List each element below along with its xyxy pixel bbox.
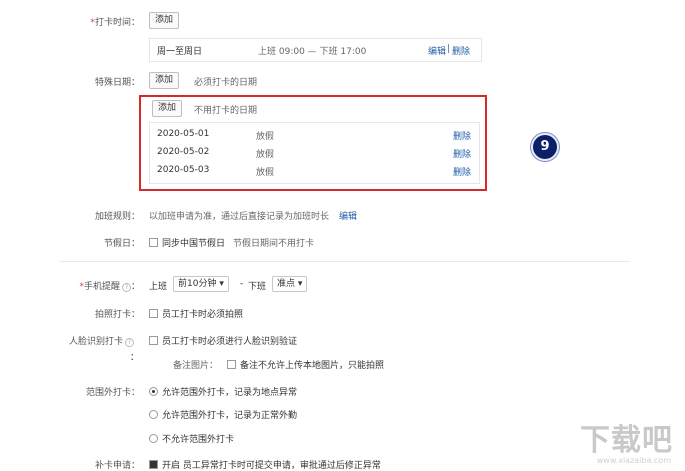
reminder-start-label: 上班 <box>149 282 168 292</box>
radio-icon <box>149 410 158 419</box>
required-dates-add-button[interactable]: 添加 <box>149 72 180 89</box>
checkbox-icon <box>227 360 236 369</box>
face-required-checkbox[interactable]: 员工打卡时必须进行人脸识别验证 <box>149 334 297 347</box>
checkin-delete-link[interactable]: 删除 <box>452 44 470 57</box>
out-of-range-option-disallow[interactable]: 不允许范围外打卡 <box>149 432 234 445</box>
checkbox-icon <box>149 309 158 318</box>
help-icon[interactable]: ? <box>125 338 134 347</box>
out-of-range-option-abnormal[interactable]: 允许范围外打卡，记录为地点异常 <box>149 385 297 398</box>
photo-checkin-label: 拍照打卡： <box>94 310 140 320</box>
photo-required-checkbox[interactable]: 员工打卡时必须拍照 <box>149 307 243 320</box>
checkin-hours: 上班 09:00 — 下班 17:00 <box>258 47 367 57</box>
radio-selected-icon <box>149 387 158 396</box>
makeup-enable-checkbox[interactable]: 开启 员工异常打卡时可提交申请，审批通过后修正异常 <box>149 458 381 471</box>
radio-icon <box>149 434 158 443</box>
out-of-range-label: 范围外打卡： <box>85 388 140 398</box>
special-dates-label: 特殊日期： <box>94 78 140 88</box>
checkin-days: 周一至周日 <box>157 47 203 57</box>
checkin-link-separator: | <box>447 44 451 54</box>
step-number-badge: 9 <box>531 133 559 161</box>
reminder-end-select[interactable]: 准点 ▾ <box>272 276 308 292</box>
makeup-label: 补卡申请： <box>94 461 140 471</box>
dropdown-arrow-icon: ▾ <box>297 279 303 289</box>
overtime-text: 以加班申请为准，通过后直接记录为加班时长 <box>149 212 330 222</box>
help-icon[interactable]: ? <box>121 283 131 292</box>
reminder-start-select[interactable]: 前10分钟 ▾ <box>173 276 229 292</box>
reminder-dash: - <box>240 279 244 289</box>
section-divider <box>60 261 630 262</box>
highlight-frame <box>139 95 487 191</box>
out-of-range-option-field[interactable]: 允许范围外打卡，记录为正常外勤 <box>149 408 297 421</box>
note-camera-only-checkbox[interactable]: 备注不允许上传本地图片，只能拍照 <box>227 358 384 371</box>
watermark-url: www.xiazaiba.com <box>596 456 671 465</box>
face-checkin-label-colon: ： <box>130 353 140 363</box>
reminder-end-label: 下班 <box>248 282 267 292</box>
holiday-sync-checkbox[interactable]: 同步中国节假日 <box>149 236 225 249</box>
required-dates-hint: 必须打卡的日期 <box>194 78 258 88</box>
overtime-edit-link[interactable]: 编辑 <box>339 209 357 222</box>
note-image-label: 备注图片： <box>173 361 219 371</box>
checkin-time-add-button[interactable]: 添加 <box>149 12 180 29</box>
holiday-label: 节假日： <box>103 239 140 249</box>
checkin-time-table: 周一至周日 上班 09:00 — 下班 17:00 编辑 | 删除 <box>149 38 482 62</box>
watermark-logo: 下载吧 <box>580 423 673 458</box>
checkbox-icon <box>149 336 158 345</box>
overtime-label: 加班规则： <box>94 212 140 222</box>
dropdown-arrow-icon: ▾ <box>219 279 224 289</box>
reminder-label: *手机提醒?： <box>79 282 140 292</box>
checkbox-icon <box>149 460 158 469</box>
checkin-time-label: *打卡时间： <box>90 18 140 28</box>
checkin-edit-link[interactable]: 编辑 <box>428 44 446 57</box>
checkbox-icon <box>149 238 158 247</box>
face-checkin-label: 人脸识别打卡? <box>44 334 134 347</box>
holiday-hint: 节假日期间不用打卡 <box>233 239 315 249</box>
